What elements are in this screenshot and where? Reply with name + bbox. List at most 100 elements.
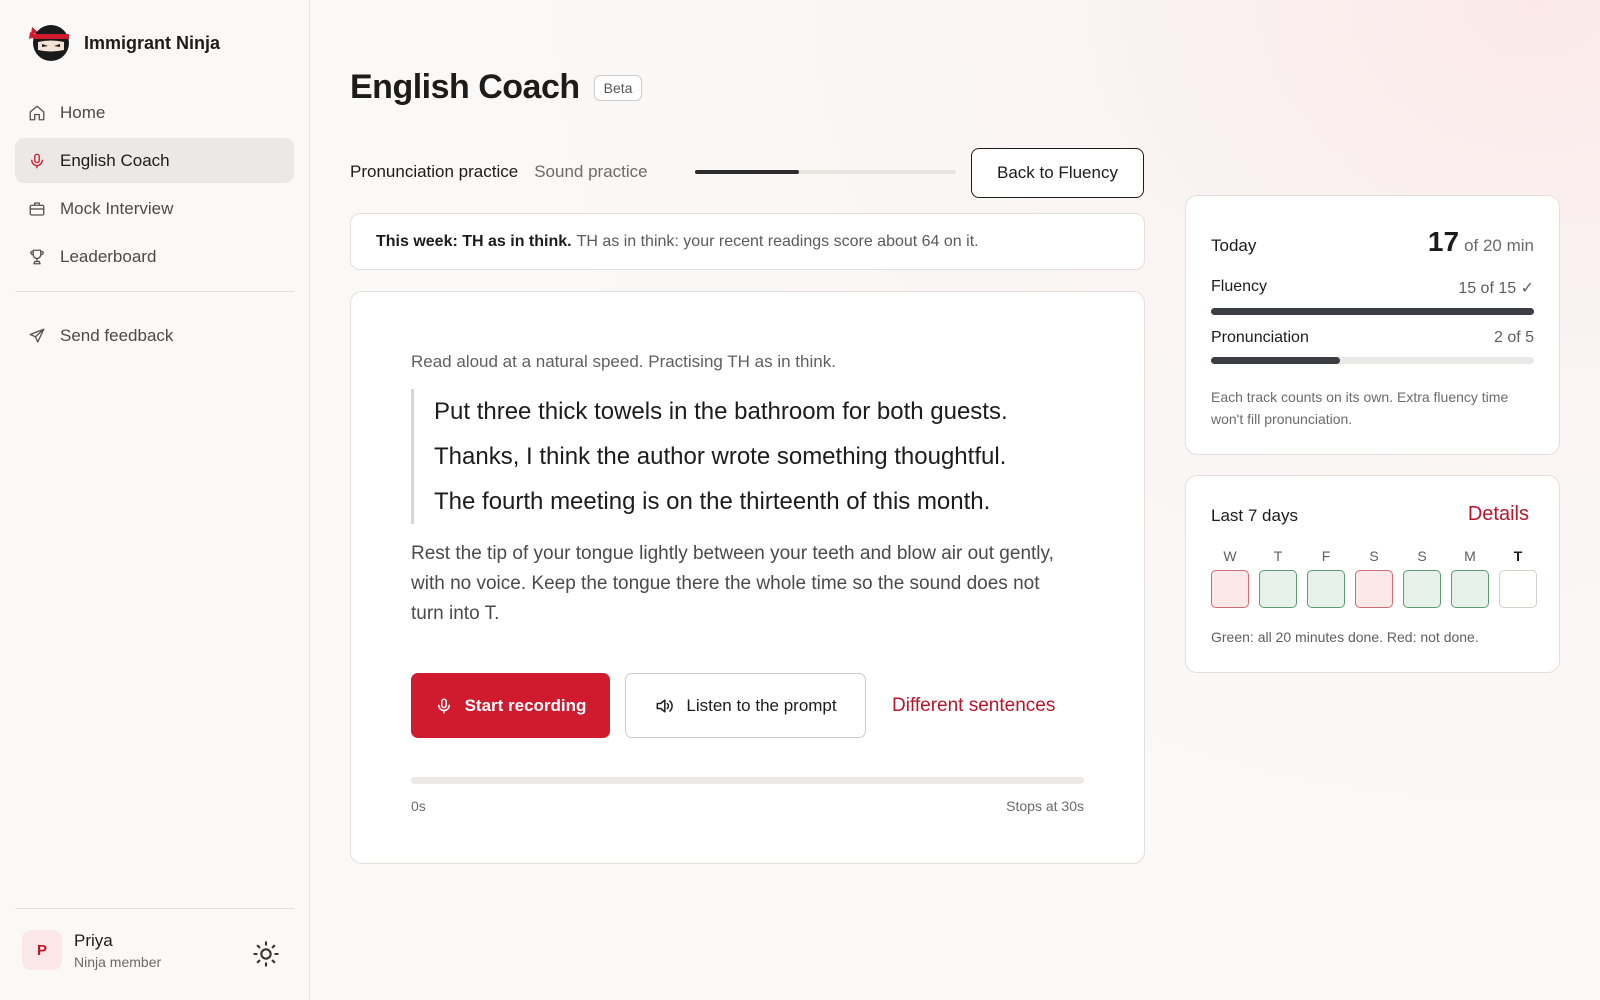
ninja-logo-icon [29,25,69,61]
day-column: W [1211,548,1249,608]
weekly-focus-text: TH as in think: your recent readings sco… [576,232,979,250]
fluency-value: 15 of 15 ✓ [1458,280,1534,297]
brand-name: Immigrant Ninja [84,32,221,53]
day-letter: M [1464,548,1476,564]
today-label: Today [1211,236,1257,255]
tab-sound-practice[interactable]: Sound practice [534,162,647,182]
send-feedback-link[interactable]: Send feedback [15,313,294,358]
day-status-box[interactable] [1355,570,1393,608]
pronunciation-tip: Rest the tip of your tongue lightly betw… [411,543,1054,624]
start-recording-button[interactable]: Start recording [411,673,610,738]
last-7-days-label: Last 7 days [1211,506,1298,525]
day-letter: T [1273,548,1283,564]
day-letter: S [1417,548,1427,564]
trophy-icon [30,249,44,264]
main-content: English Coach Beta Pronunciation practic… [311,0,1600,1000]
user-name: Priya [74,930,113,950]
pronunciation-metric: Pronunciation 2 of 5 [1211,329,1534,364]
start-recording-label: Start recording [464,695,587,715]
nav-label: Send feedback [60,325,174,345]
sidebar: Immigrant Ninja Home English Coach Mock … [0,0,310,1000]
day-letter: S [1369,548,1379,564]
nav-item-mock-interview[interactable]: Mock Interview [15,186,294,231]
practice-progress-fill [695,170,800,174]
day-streak-row: WTFSSMT [1211,548,1537,608]
day-letter: F [1321,548,1331,564]
streak-legend: Green: all 20 minutes done. Red: not don… [1211,629,1479,645]
home-icon [29,105,45,120]
user-role: Ninja member [74,953,162,970]
day-column: S [1355,548,1393,608]
day-column: S [1403,548,1441,608]
weekly-focus-banner: This week: TH as in think. TH as in thin… [350,213,1145,270]
practice-sentence: Thanks, I think the author wrote somethi… [434,443,1007,470]
recording-timer-bar [411,777,1084,784]
practice-sentence: The fourth meeting is on the thirteenth … [434,488,991,515]
user-divider [15,908,294,909]
fluency-bar [1211,308,1534,315]
day-column: M [1451,548,1489,608]
pronunciation-value: 2 of 5 [1493,329,1534,346]
day-column: T [1259,548,1297,608]
day-status-box[interactable] [1307,570,1345,608]
avatar: P [22,930,62,970]
brand[interactable]: Immigrant Ninja [26,22,220,64]
action-row: Start recording Listen to the prompt Dif… [411,673,1055,738]
different-sentences-link[interactable]: Different sentences [892,695,1055,717]
today-panel: Today 17 of 20 min Fluency 15 of 15 ✓ Pr… [1185,195,1560,455]
user-profile[interactable]: P Priya Ninja member [22,930,161,970]
page-header: English Coach Beta [350,68,643,107]
send-icon [29,328,45,343]
timer-end-label: Stops at 30s [1006,798,1084,814]
day-letter: T [1513,548,1523,564]
nav-label: Home [60,102,106,122]
nav-item-home[interactable]: Home [15,90,294,135]
details-link[interactable]: Details [1468,503,1529,526]
listen-prompt-label: Listen to the prompt [686,695,837,715]
pronunciation-bar [1211,357,1534,364]
nav-item-english-coach[interactable]: English Coach [15,138,294,183]
main-nav: Home English Coach Mock Interview Leader… [15,90,294,282]
beta-badge: Beta [593,74,643,101]
microphone-icon [437,698,450,713]
practice-sentence: Put three thick towels in the bathroom f… [434,398,1008,425]
fluency-label: Fluency [1211,278,1268,295]
day-column: T [1499,548,1537,608]
day-status-box[interactable] [1451,570,1489,608]
today-minutes-total: of 20 min [1464,236,1534,255]
fluency-bar-fill [1211,308,1534,315]
today-note: Each track counts on its own. Extra flue… [1211,389,1509,427]
day-status-box[interactable] [1259,570,1297,608]
listen-prompt-button[interactable]: Listen to the prompt [625,673,866,738]
day-letter: W [1223,548,1237,564]
weekly-focus-title: This week: TH as in think. [376,232,572,250]
today-minutes: 17 of 20 min [1428,226,1534,258]
last-7-days-panel: Last 7 days Details W T F S S M T Green: all 2… [1185,475,1560,673]
practice-tabs: Pronunciation practice Sound practice [350,162,648,182]
nav-label: Mock Interview [60,198,174,218]
practice-card: Read aloud at a natural speed. Practisin… [350,291,1145,864]
pronunciation-bar-fill [1211,357,1341,364]
nav-label: Leaderboard [60,246,157,266]
microphone-icon [31,153,43,168]
practice-instruction: Read aloud at a natural speed. Practisin… [411,352,836,371]
briefcase-icon [29,201,45,216]
back-to-fluency-button[interactable]: Back to Fluency [971,148,1144,198]
day-status-box[interactable] [1499,570,1537,608]
nav-item-leaderboard[interactable]: Leaderboard [15,234,294,279]
pronunciation-label: Pronunciation [1211,329,1309,346]
sun-icon[interactable] [252,940,280,968]
day-status-box[interactable] [1211,570,1249,608]
practice-progress-bar [695,170,956,174]
today-minutes-value: 17 [1427,226,1460,257]
day-status-box[interactable] [1403,570,1441,608]
timer-start-label: 0s [411,798,426,814]
speaker-icon [656,698,674,713]
nav-divider [15,291,294,292]
page-title: English Coach [350,68,580,106]
tab-pronunciation-practice[interactable]: Pronunciation practice [350,162,518,182]
fluency-metric: Fluency 15 of 15 ✓ [1211,278,1534,315]
feedback-section: Send feedback [15,313,294,361]
day-column: F [1307,548,1345,608]
nav-label: English Coach [60,150,170,170]
